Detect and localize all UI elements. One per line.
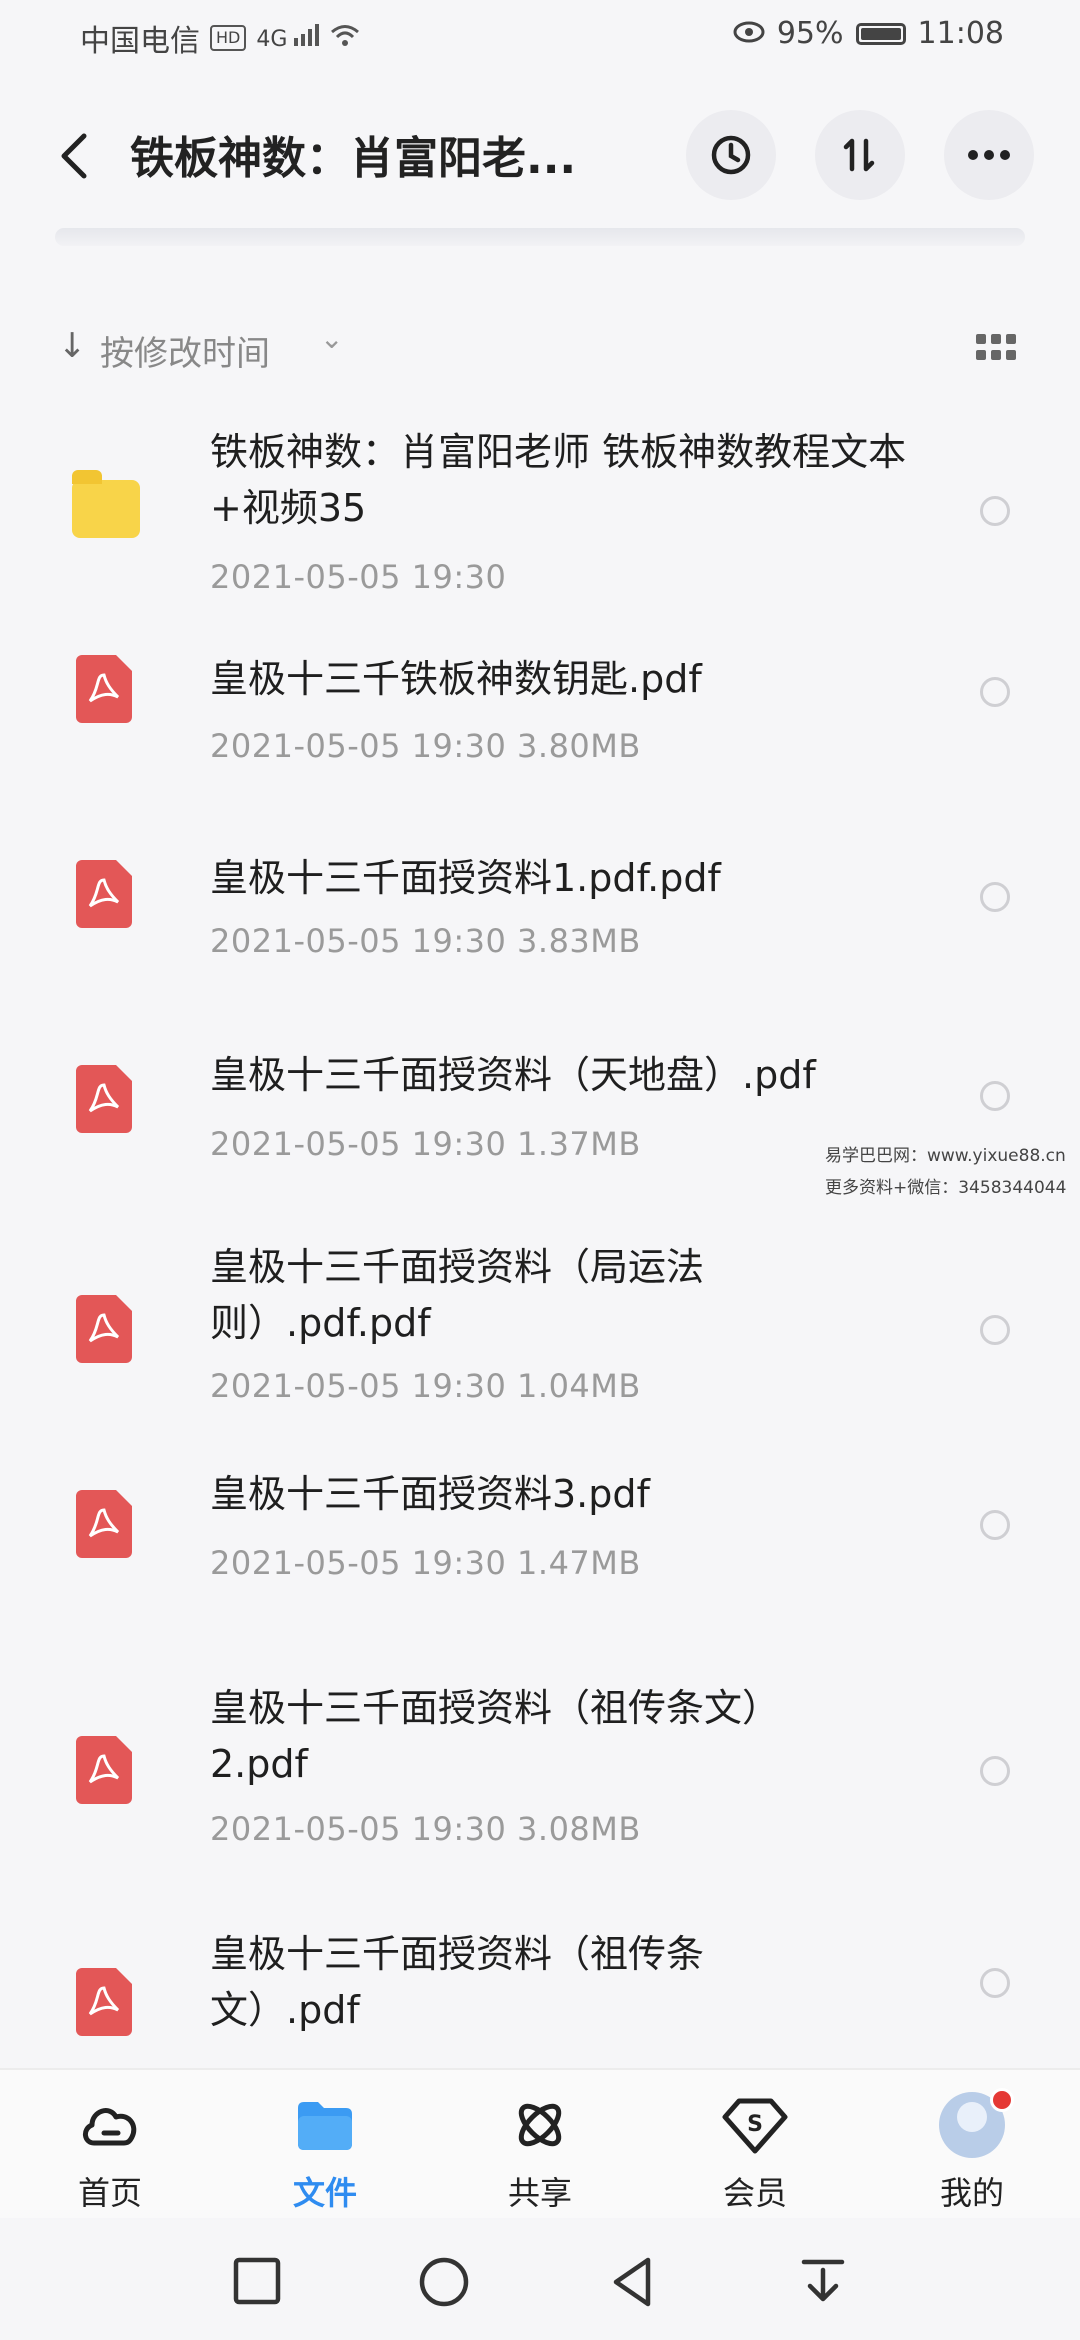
file-name: 皇极十三千铁板神数钥匙.pdf xyxy=(210,657,702,701)
tab-vip[interactable]: S 会员 xyxy=(685,2090,825,2214)
tab-share[interactable]: 共享 xyxy=(470,2090,610,2214)
sort-label[interactable]: 按修改时间 xyxy=(100,326,270,375)
app-header: 铁板神数：肖富阳老... xyxy=(0,100,1080,210)
pdf-icon xyxy=(72,860,138,930)
watermark-line: 易学巴巴网：www.yixue88.cn xyxy=(825,1146,1066,1166)
carrier: 中国电信 xyxy=(80,24,200,59)
grid-view-icon[interactable] xyxy=(976,334,1016,362)
pdf-icon xyxy=(72,1065,138,1135)
pdf-icon xyxy=(72,1736,138,1806)
select-checkbox[interactable] xyxy=(980,1081,1010,1111)
eye-icon xyxy=(733,16,765,51)
pdf-icon xyxy=(72,655,138,725)
file-name: 皇极十三千面授资料（天地盘）.pdf xyxy=(210,1053,816,1097)
pdf-icon xyxy=(72,1295,138,1365)
status-bar: 中国电信 HD 4G 95% 11:08 xyxy=(0,0,1080,80)
tab-label: 文件 xyxy=(292,2174,357,2212)
list-item[interactable]: 皇极十三千铁板神数钥匙.pdf 2021-05-05 19:30 3.80MB xyxy=(0,615,1080,820)
file-list: 铁板神数：肖富阳老师 铁板神数教程文本+视频35 2021-05-05 19:3… xyxy=(0,410,1080,2065)
tab-label: 共享 xyxy=(507,2174,572,2212)
svg-text:S: S xyxy=(747,2112,763,2137)
file-name: 皇极十三千面授资料（祖传条文）.pdf xyxy=(210,1932,705,2032)
file-meta: 2021-05-05 19:30 3.83MB xyxy=(210,922,641,960)
tab-label: 首页 xyxy=(77,2174,142,2212)
tab-label: 我的 xyxy=(939,2174,1004,2212)
battery-percent: 95% xyxy=(776,16,844,51)
home-icon[interactable] xyxy=(418,2256,469,2307)
back-icon[interactable] xyxy=(52,128,96,184)
folder-icon xyxy=(72,470,140,550)
file-name: 铁板神数：肖富阳老师 铁板神数教程文本+视频35 xyxy=(210,430,907,530)
file-name: 皇极十三千面授资料（祖传条文）2.pdf xyxy=(210,1686,781,1786)
sort-direction-icon: ↓ xyxy=(58,326,87,366)
hd-badge: HD xyxy=(210,25,247,51)
system-nav-bar xyxy=(0,2218,1080,2340)
select-checkbox[interactable] xyxy=(980,1968,1010,1998)
file-name: 皇极十三千面授资料1.pdf.pdf xyxy=(210,856,721,900)
pdf-icon xyxy=(72,1490,138,1560)
tab-files[interactable]: 文件 xyxy=(255,2090,395,2214)
file-meta: 2021-05-05 19:30 1.47MB xyxy=(210,1544,641,1582)
list-item[interactable]: 铁板神数：肖富阳老师 铁板神数教程文本+视频35 2021-05-05 19:3… xyxy=(0,410,1080,615)
sort-bar[interactable]: ↓ 按修改时间 ⌄ xyxy=(0,318,1080,378)
file-name: 皇极十三千面授资料（局运法则）.pdf.pdf xyxy=(210,1245,705,1345)
select-checkbox[interactable] xyxy=(980,677,1010,707)
select-checkbox[interactable] xyxy=(980,496,1010,526)
bottom-tab-bar: 首页 文件 共享 S 会员 我的 xyxy=(0,2068,1080,2220)
notification-dot xyxy=(990,2088,1014,2112)
sort-icon[interactable] xyxy=(815,110,905,200)
network-type: 4G xyxy=(256,27,288,52)
wifi-icon xyxy=(330,21,360,56)
chevron-down-icon[interactable]: ⌄ xyxy=(320,322,343,355)
tab-label: 会员 xyxy=(722,2174,787,2212)
avatar xyxy=(902,2088,1042,2160)
back-nav-icon[interactable] xyxy=(608,2256,658,2307)
watermark: 易学巴巴网：www.yixue88.cn 更多资料+微信：3458344044 xyxy=(825,1140,1075,1204)
vip-icon: S xyxy=(685,2090,825,2160)
status-right: 95% 11:08 xyxy=(733,16,1004,51)
more-icon[interactable] xyxy=(944,110,1034,200)
select-checkbox[interactable] xyxy=(980,1315,1010,1345)
tab-home[interactable]: 首页 xyxy=(40,2090,180,2214)
history-icon[interactable] xyxy=(686,110,776,200)
battery-icon xyxy=(855,22,906,45)
tab-profile[interactable]: 我的 xyxy=(902,2088,1042,2214)
select-checkbox[interactable] xyxy=(980,1510,1010,1540)
signal-icon: 4G xyxy=(256,24,320,52)
recents-icon[interactable] xyxy=(232,2256,282,2306)
file-meta: 2021-05-05 19:30 1.04MB xyxy=(210,1367,641,1405)
header-divider xyxy=(55,228,1025,246)
pdf-icon xyxy=(72,1968,138,2038)
file-meta: 2021-05-05 19:30 1.37MB xyxy=(210,1125,641,1163)
list-item[interactable]: 皇极十三千面授资料（局运法则）.pdf.pdf 2021-05-05 19:30… xyxy=(0,1235,1080,1460)
list-item[interactable]: 皇极十三千面授资料1.pdf.pdf 2021-05-05 19:30 3.83… xyxy=(0,820,1080,1025)
cloud-icon xyxy=(40,2090,180,2160)
clock: 11:08 xyxy=(917,16,1004,51)
file-name: 皇极十三千面授资料3.pdf xyxy=(210,1472,650,1516)
notification-pull-icon[interactable] xyxy=(798,2256,848,2306)
watermark-line: 更多资料+微信：3458344044 xyxy=(825,1178,1067,1198)
select-checkbox[interactable] xyxy=(980,882,1010,912)
list-item[interactable]: 皇极十三千面授资料（祖传条文）.pdf xyxy=(0,1920,1080,2065)
page-title: 铁板神数：肖富阳老... xyxy=(130,133,577,184)
status-left: 中国电信 HD 4G xyxy=(80,16,360,60)
file-meta: 2021-05-05 19:30 3.08MB xyxy=(210,1810,641,1848)
folder-icon xyxy=(255,2090,395,2160)
list-item[interactable]: 皇极十三千面授资料（祖传条文）2.pdf 2021-05-05 19:30 3.… xyxy=(0,1660,1080,1920)
file-meta: 2021-05-05 19:30 xyxy=(210,558,507,596)
file-meta: 2021-05-05 19:30 3.80MB xyxy=(210,727,641,765)
list-item[interactable]: 皇极十三千面授资料3.pdf 2021-05-05 19:30 1.47MB xyxy=(0,1460,1080,1660)
select-checkbox[interactable] xyxy=(980,1756,1010,1786)
share-icon xyxy=(470,2090,610,2160)
